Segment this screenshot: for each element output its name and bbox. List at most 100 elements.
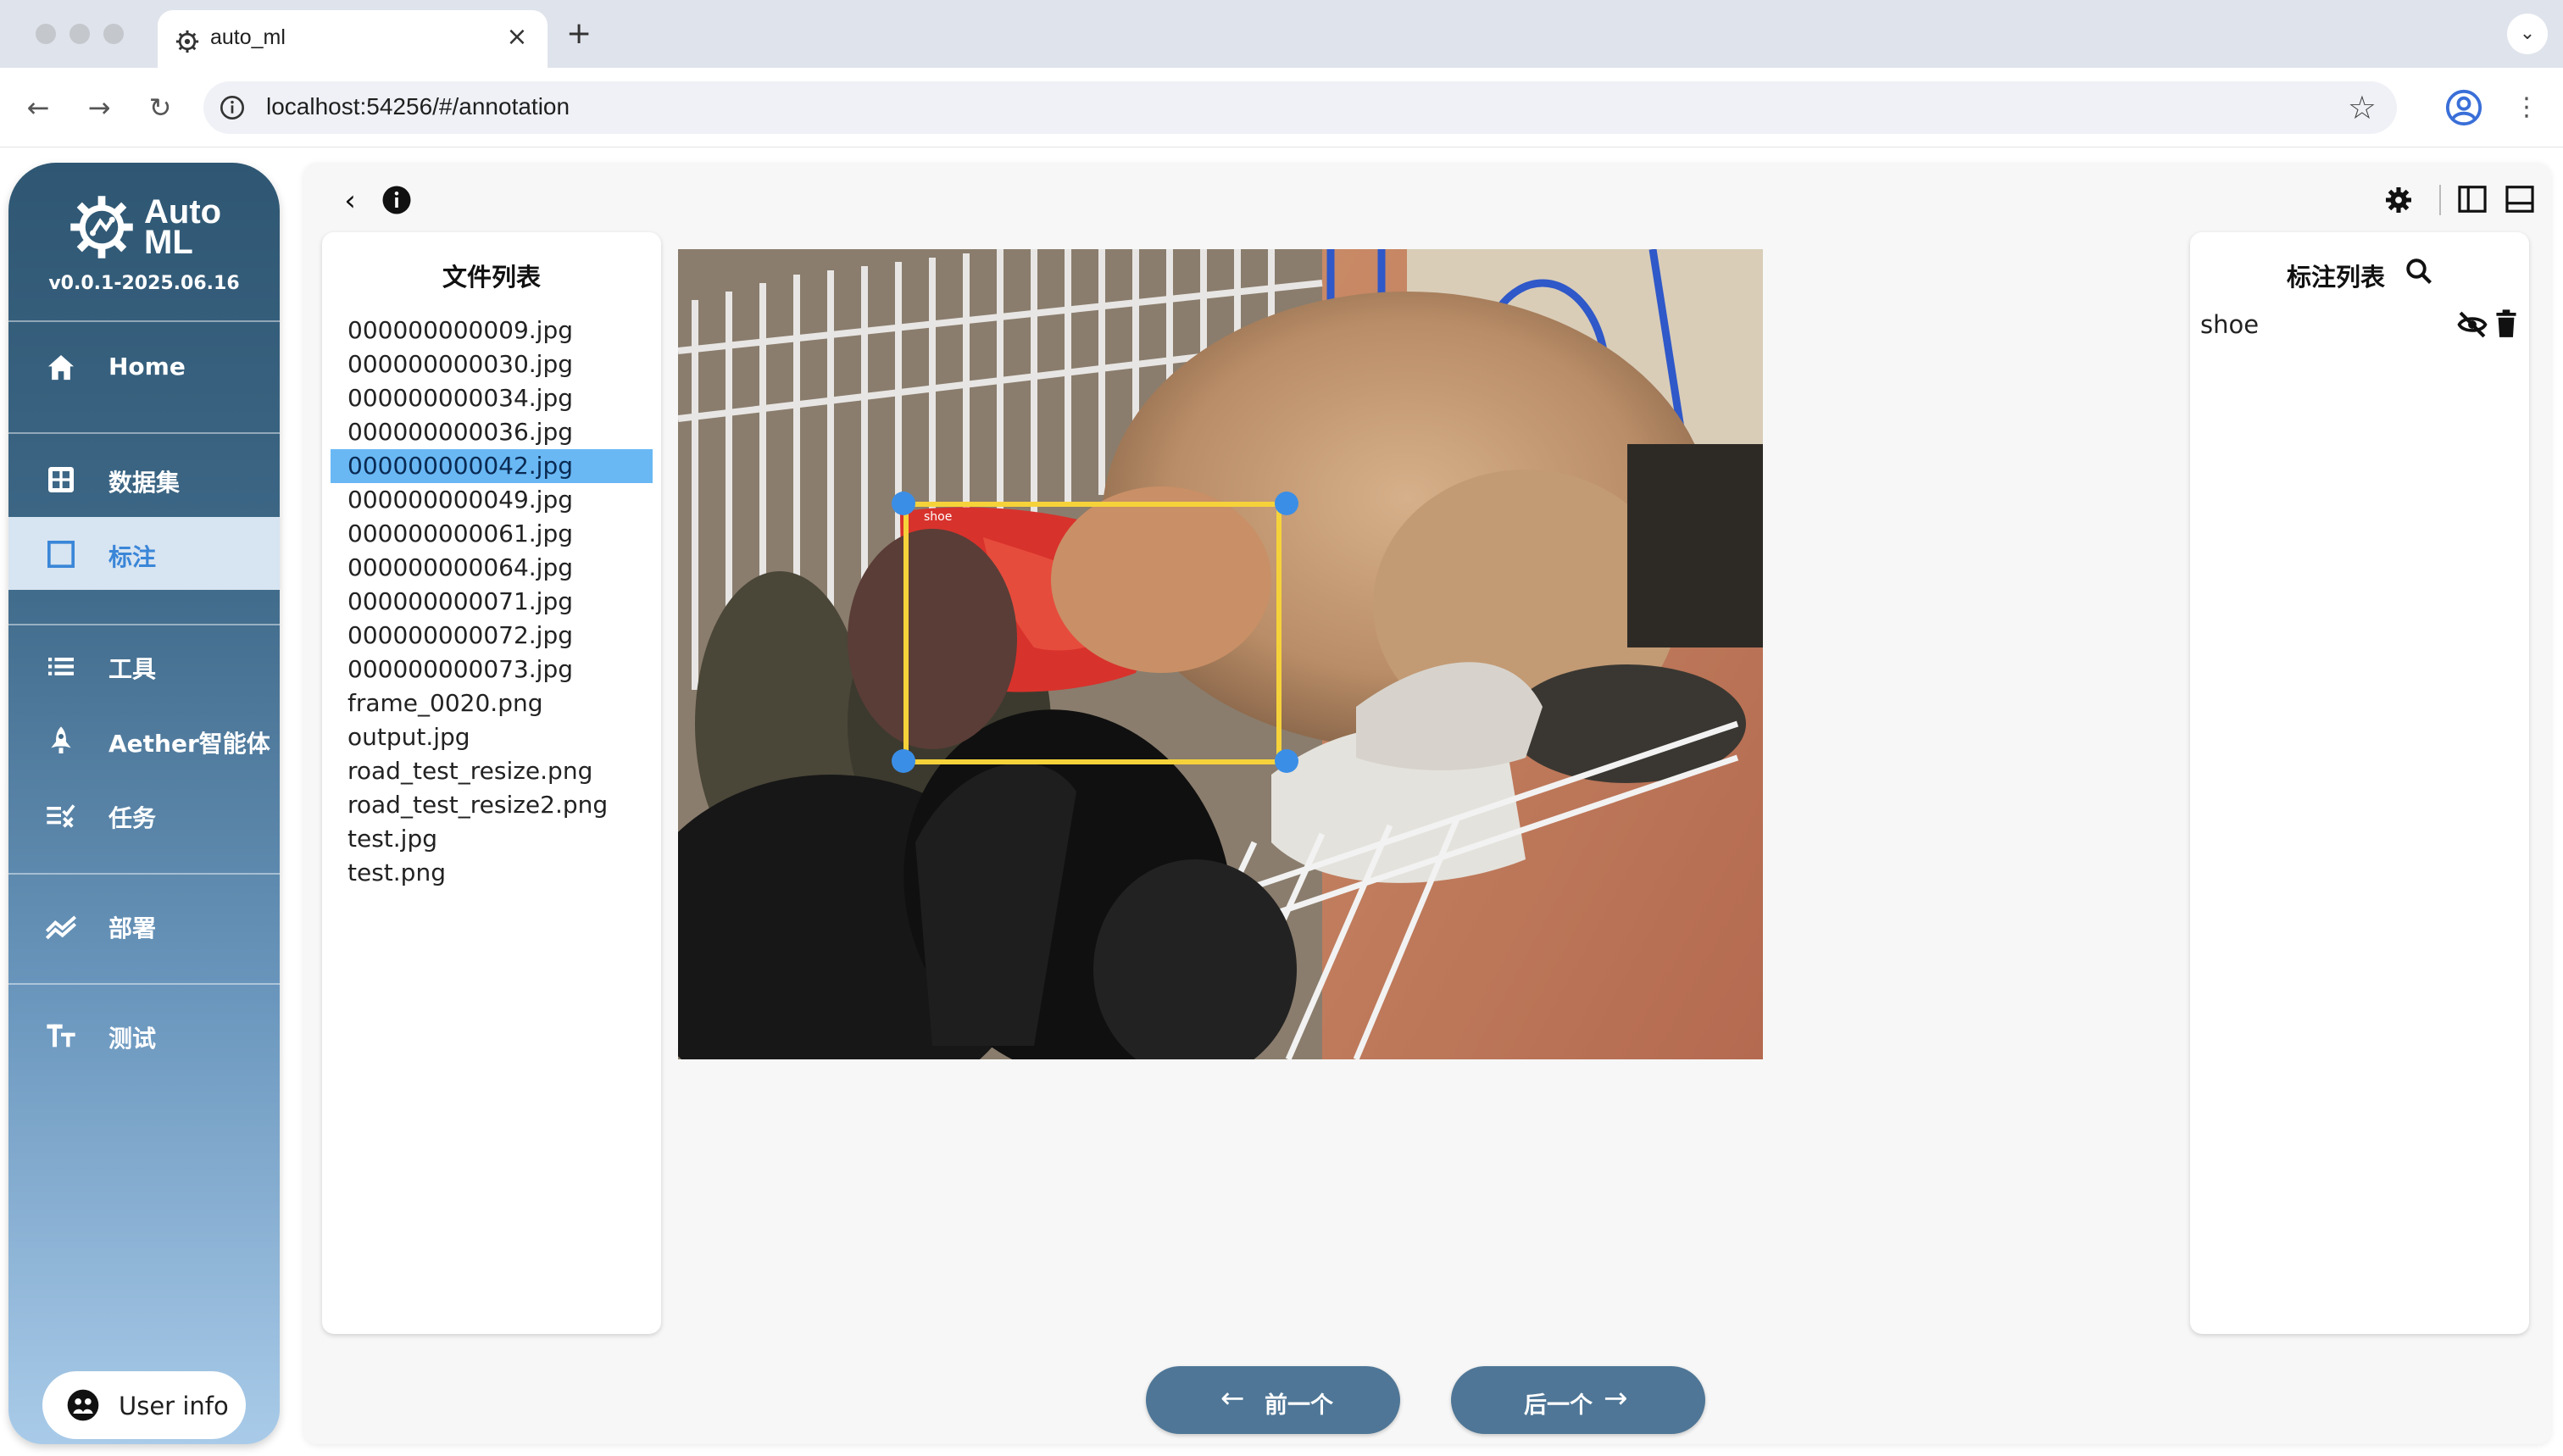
arrow-left-icon: ← bbox=[1220, 1381, 1245, 1415]
reload-icon[interactable]: ↻ bbox=[139, 86, 181, 129]
user-info-button[interactable]: User info bbox=[42, 1371, 246, 1439]
settings-gear-icon[interactable] bbox=[2383, 185, 2414, 215]
dataset-grid-icon bbox=[48, 467, 74, 492]
sidebar-divider bbox=[8, 320, 280, 322]
new-tab-button[interactable]: + bbox=[566, 17, 592, 51]
tasks-checklist-icon bbox=[47, 804, 75, 828]
annotation-canvas[interactable]: shoe bbox=[678, 249, 1763, 1059]
file-list-item[interactable]: test.jpg bbox=[331, 822, 653, 856]
annotation-workspace: ‹ 文件列表 000000000009.jpg 000000000030.jpg… bbox=[303, 163, 2551, 1444]
info-icon[interactable] bbox=[381, 185, 412, 215]
arrow-right-icon: → bbox=[1604, 1381, 1628, 1415]
tab-title: auto_ml bbox=[210, 25, 286, 49]
file-list-title: 文件列表 bbox=[442, 263, 541, 292]
window-minimize-dot[interactable] bbox=[69, 24, 90, 44]
window-close-dot[interactable] bbox=[36, 24, 56, 44]
previous-button[interactable]: ← 前一个 bbox=[1146, 1366, 1400, 1434]
file-list-item[interactable]: road_test_resize.png bbox=[331, 754, 653, 788]
next-button-label: 后一个 bbox=[1524, 1392, 1593, 1419]
bounding-box[interactable]: shoe bbox=[903, 502, 1282, 764]
tab-search-chevron-icon[interactable]: ⌄ bbox=[2507, 14, 2548, 54]
sidebar: Auto ML v0.0.1-2025.06.16 Home 数据集 标注 工具… bbox=[8, 163, 280, 1444]
gear-favicon-icon bbox=[175, 30, 199, 53]
trash-icon[interactable] bbox=[2495, 308, 2517, 339]
automl-gear-logo-icon bbox=[70, 196, 133, 258]
browser-menu-icon[interactable]: ⋮ bbox=[2514, 86, 2539, 129]
file-list-item[interactable]: 000000000073.jpg bbox=[331, 653, 653, 686]
bbox-resize-handle-bottom-left[interactable] bbox=[892, 749, 915, 773]
file-list-item[interactable]: 000000000009.jpg bbox=[331, 314, 653, 347]
sidebar-item-dataset[interactable]: 数据集 bbox=[8, 442, 280, 515]
sidebar-item-label: 部署 bbox=[108, 914, 157, 942]
visibility-off-icon[interactable] bbox=[2456, 310, 2488, 339]
app-version: v0.0.1-2025.06.16 bbox=[48, 273, 240, 294]
rocket-icon bbox=[51, 726, 71, 753]
window-zoom-dot[interactable] bbox=[103, 24, 124, 44]
annotation-list-panel: 标注列表 shoe bbox=[2190, 232, 2529, 1334]
brand-line-2: ML bbox=[144, 224, 193, 261]
sidebar-item-label: Aether智能体 bbox=[108, 730, 270, 758]
brand-line-1: Auto bbox=[144, 193, 222, 231]
browser-tab[interactable]: auto_ml × bbox=[158, 10, 548, 68]
annotation-list-item[interactable]: shoe bbox=[2190, 303, 2529, 344]
sidebar-item-label: 测试 bbox=[108, 1025, 157, 1053]
file-list-item[interactable]: 000000000034.jpg bbox=[331, 381, 653, 415]
file-list-item[interactable]: 000000000049.jpg bbox=[331, 483, 653, 517]
annotation-label: shoe bbox=[2200, 310, 2260, 339]
address-bar[interactable]: localhost:54256/#/annotation ☆ bbox=[203, 81, 2397, 134]
sidebar-item-label: Home bbox=[108, 353, 186, 381]
bbox-resize-handle-top-right[interactable] bbox=[1275, 492, 1298, 515]
bbox-resize-handle-top-left[interactable] bbox=[892, 492, 915, 515]
sidebar-divider bbox=[8, 624, 280, 625]
site-info-icon[interactable] bbox=[219, 94, 246, 121]
file-list-item[interactable]: 000000000071.jpg bbox=[331, 585, 653, 619]
annotation-square-icon bbox=[47, 541, 75, 568]
file-list-item-selected[interactable]: 000000000042.jpg bbox=[331, 449, 653, 483]
sidebar-divider bbox=[8, 983, 280, 985]
sidebar-item-label: 工具 bbox=[108, 655, 157, 683]
file-list-item[interactable]: 000000000030.jpg bbox=[331, 347, 653, 381]
sidebar-item-test[interactable]: 测试 bbox=[8, 998, 280, 1071]
tab-close-icon[interactable]: × bbox=[502, 22, 532, 53]
annotation-list-title: 标注列表 bbox=[2287, 263, 2386, 292]
forward-arrow-icon[interactable]: → bbox=[78, 86, 120, 129]
back-chevron-icon[interactable]: ‹ bbox=[329, 180, 371, 222]
browser-toolbar: ← → ↻ localhost:54256/#/annotation ☆ ⋮ bbox=[0, 68, 2563, 147]
file-list-item[interactable]: 000000000064.jpg bbox=[331, 551, 653, 585]
file-list-panel: 文件列表 000000000009.jpg 000000000030.jpg 0… bbox=[322, 232, 661, 1334]
bounding-box-label: shoe bbox=[924, 510, 953, 524]
profile-icon[interactable] bbox=[2444, 88, 2483, 127]
sidebar-item-tools[interactable]: 工具 bbox=[8, 629, 280, 702]
sidebar-item-tasks[interactable]: 任务 bbox=[8, 778, 280, 851]
sidebar-item-label: 任务 bbox=[108, 804, 157, 832]
toggle-bottom-panel-icon[interactable] bbox=[2504, 183, 2536, 215]
user-avatar-icon bbox=[67, 1389, 99, 1421]
sidebar-item-deploy[interactable]: 部署 bbox=[8, 888, 280, 961]
sidebar-divider bbox=[8, 432, 280, 434]
sidebar-item-annotation[interactable]: 标注 bbox=[8, 517, 280, 590]
bookmark-star-icon[interactable]: ☆ bbox=[2348, 90, 2377, 125]
file-list-item[interactable]: 000000000036.jpg bbox=[331, 415, 653, 449]
file-list-item[interactable]: test.png bbox=[331, 856, 653, 890]
url-text[interactable]: localhost:54256/#/annotation bbox=[266, 93, 570, 120]
deploy-chart-icon bbox=[45, 915, 76, 940]
sidebar-item-aether[interactable]: Aether智能体 bbox=[8, 703, 280, 776]
user-info-label: User info bbox=[119, 1392, 229, 1420]
file-list-item[interactable]: road_test_resize2.png bbox=[331, 788, 653, 822]
toolbar-divider bbox=[2439, 185, 2441, 215]
app-root: Auto ML v0.0.1-2025.06.16 Home 数据集 标注 工具… bbox=[0, 147, 2563, 1456]
home-icon bbox=[48, 355, 74, 381]
sidebar-item-home[interactable]: Home bbox=[8, 331, 280, 403]
file-list-item[interactable]: 000000000061.jpg bbox=[331, 517, 653, 551]
list-icon bbox=[48, 658, 74, 675]
next-button[interactable]: 后一个 → bbox=[1451, 1366, 1705, 1434]
file-list-item[interactable]: 000000000072.jpg bbox=[331, 619, 653, 653]
brand: Auto ML v0.0.1-2025.06.16 bbox=[8, 163, 280, 315]
back-arrow-icon[interactable]: ← bbox=[17, 86, 59, 129]
file-list-item[interactable]: output.jpg bbox=[331, 720, 653, 754]
file-list-item[interactable]: frame_0020.png bbox=[331, 686, 653, 720]
toggle-side-panel-icon[interactable] bbox=[2456, 183, 2488, 215]
bbox-resize-handle-bottom-right[interactable] bbox=[1275, 749, 1298, 773]
sidebar-divider bbox=[8, 873, 280, 875]
search-icon[interactable] bbox=[2404, 256, 2434, 286]
